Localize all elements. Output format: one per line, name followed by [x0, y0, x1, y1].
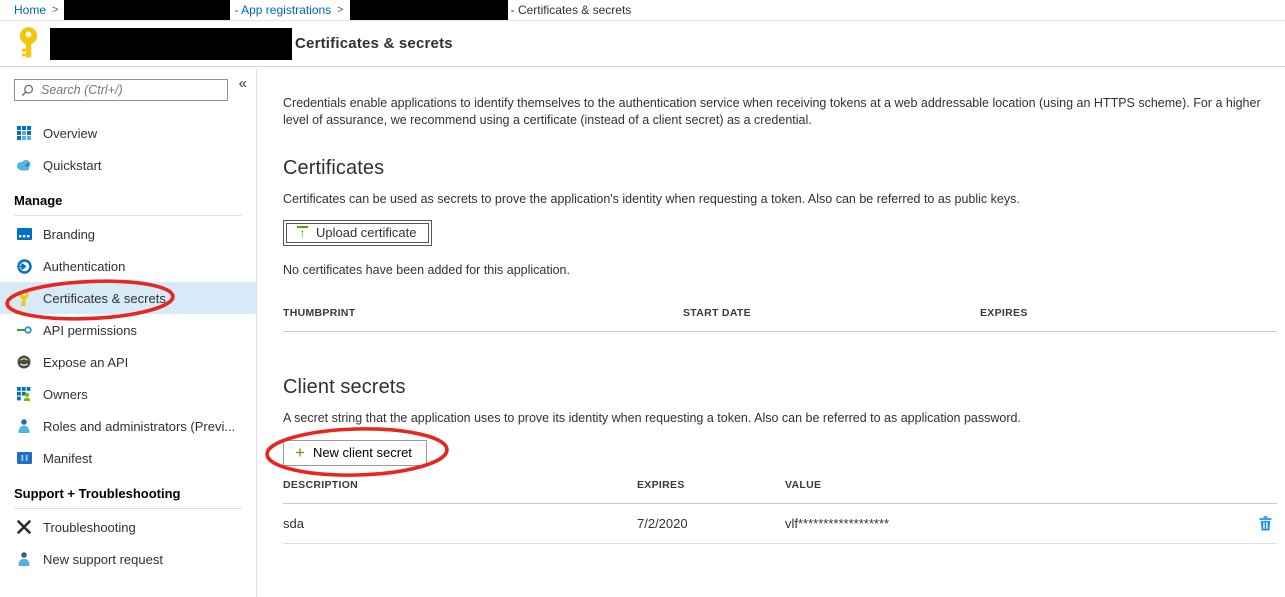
manifest-icon [16, 450, 32, 466]
expose-api-icon [16, 354, 32, 370]
breadcrumb: Home > - App registrations > - Certifica… [0, 0, 1285, 21]
column-thumbprint: THUMBPRINT [283, 307, 683, 319]
upload-certificate-label: Upload certificate [316, 225, 416, 240]
new-client-secret-button[interactable]: New client secret [283, 440, 427, 466]
sidebar-item-owners[interactable]: Owners [0, 378, 256, 410]
sidebar-item-label: New support request [43, 552, 163, 567]
sidebar-item-troubleshooting[interactable]: Troubleshooting [0, 511, 256, 543]
troubleshooting-icon [16, 519, 32, 535]
sidebar-section-support: Support + Troubleshooting [0, 486, 256, 504]
client-secrets-description: A secret string that the application use… [283, 411, 1277, 425]
sidebar-item-api-permissions[interactable]: API permissions [0, 314, 256, 346]
overview-icon [16, 125, 32, 141]
roles-administrators-icon [16, 418, 32, 434]
sidebar-item-overview[interactable]: Overview [0, 117, 256, 149]
certificates-description: Certificates can be used as secrets to p… [283, 192, 1277, 206]
certificates-table: THUMBPRINT START DATE EXPIRES [283, 307, 1277, 332]
sidebar: Overview Quickstart Manage [0, 68, 257, 597]
sidebar-item-authentication[interactable]: Authentication [0, 250, 256, 282]
sidebar-section-manage: Manage [0, 193, 256, 211]
column-start-date: START DATE [683, 307, 980, 319]
plus-icon [295, 446, 305, 460]
sidebar-item-label: Troubleshooting [43, 520, 136, 535]
credentials-intro-text: Credentials enable applications to ident… [283, 95, 1277, 129]
search-icon [21, 84, 34, 97]
new-client-secret-label: New client secret [313, 445, 412, 460]
column-description: DESCRIPTION [283, 479, 637, 491]
key-icon [16, 290, 32, 306]
breadcrumb-app-registrations-link[interactable]: - App registrations [234, 3, 331, 17]
search-input[interactable] [41, 83, 221, 97]
page-header: Certificates & secrets [0, 21, 1285, 67]
sidebar-item-label: Branding [43, 227, 95, 242]
sidebar-item-expose-api[interactable]: Expose an API [0, 346, 256, 378]
sidebar-search[interactable] [14, 79, 228, 101]
breadcrumb-current: - Certificates & secrets [511, 3, 632, 17]
redacted-app-title [50, 28, 292, 60]
breadcrumb-home-link[interactable]: Home [14, 3, 46, 17]
api-permissions-icon [16, 322, 32, 338]
client-secrets-table-header: DESCRIPTION EXPIRES VALUE [283, 479, 1277, 504]
sidebar-nav: Overview Quickstart Manage [0, 117, 256, 575]
upload-certificate-button[interactable]: Upload certificate [283, 220, 432, 246]
collapse-sidebar-icon[interactable] [239, 76, 247, 91]
column-expires: EXPIRES [980, 307, 1277, 319]
sidebar-item-branding[interactable]: Branding [0, 218, 256, 250]
client-secrets-heading: Client secrets [283, 376, 1277, 399]
delete-secret-button[interactable] [1237, 516, 1277, 531]
secret-description-cell: sda [283, 516, 637, 531]
sidebar-item-label: Overview [43, 126, 97, 141]
quickstart-icon [16, 157, 32, 173]
branding-icon [16, 226, 32, 242]
secret-expires-cell: 7/2/2020 [637, 516, 785, 531]
sidebar-item-quickstart[interactable]: Quickstart [0, 149, 256, 181]
sidebar-item-label: Roles and administrators (Previ... [43, 419, 235, 434]
sidebar-item-manifest[interactable]: Manifest [0, 442, 256, 474]
sidebar-item-label: Owners [43, 387, 88, 402]
redacted-directory-name [64, 0, 230, 20]
table-row: sda 7/2/2020 vlf****************** [283, 504, 1277, 544]
owners-icon [16, 386, 32, 402]
divider [14, 215, 242, 216]
divider [14, 508, 242, 509]
upload-icon [297, 226, 308, 239]
sidebar-item-label: Expose an API [43, 355, 128, 370]
sidebar-item-new-support-request[interactable]: New support request [0, 543, 256, 575]
certificates-heading: Certificates [283, 157, 1277, 180]
redacted-app-name [350, 0, 508, 20]
sidebar-item-label: API permissions [43, 323, 137, 338]
main-content: Credentials enable applications to ident… [257, 68, 1285, 597]
sidebar-item-label: Quickstart [43, 158, 102, 173]
breadcrumb-separator: > [52, 4, 58, 16]
trash-icon [1259, 516, 1272, 531]
client-secrets-table: DESCRIPTION EXPIRES VALUE sda 7/2/2020 v… [283, 479, 1277, 544]
no-certificates-message: No certificates have been added for this… [283, 263, 1277, 277]
sidebar-item-certificates-secrets[interactable]: Certificates & secrets [0, 282, 256, 314]
sidebar-item-label: Authentication [43, 259, 125, 274]
column-value: VALUE [785, 479, 1237, 491]
secret-value-cell: vlf****************** [785, 516, 1237, 531]
certificates-table-header: THUMBPRINT START DATE EXPIRES [283, 307, 1277, 332]
breadcrumb-separator: > [337, 4, 343, 16]
authentication-icon [16, 258, 32, 274]
sidebar-item-label: Manifest [43, 451, 92, 466]
sidebar-item-label: Certificates & secrets [43, 291, 166, 306]
key-icon [17, 26, 40, 62]
page-title: Certificates & secrets [295, 35, 453, 52]
column-expires: EXPIRES [637, 479, 785, 491]
new-support-request-icon [16, 551, 32, 567]
sidebar-item-roles-administrators[interactable]: Roles and administrators (Previ... [0, 410, 256, 442]
